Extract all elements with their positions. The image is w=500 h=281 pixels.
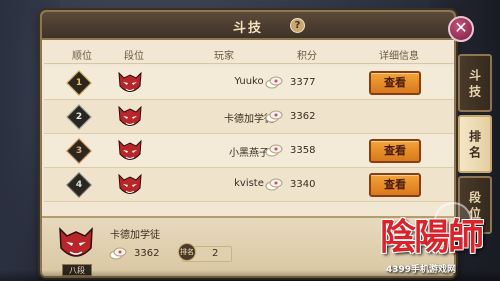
tab-label: 斗技 bbox=[467, 69, 482, 101]
self-score-value: 3362 bbox=[134, 248, 160, 259]
oni-mask-icon bbox=[118, 173, 142, 194]
header-player: 玩家 bbox=[214, 51, 234, 62]
table-row: 3 小黑燕子 3358 查看 bbox=[44, 134, 454, 168]
oni-mask-icon bbox=[118, 139, 142, 160]
self-rank-value: 2 bbox=[212, 248, 219, 259]
rank-icon: 排名 bbox=[178, 243, 196, 261]
table-header: 顺位 段位 玩家 积分 详细信息 bbox=[44, 44, 454, 64]
player-name: 卡德加学徒 bbox=[224, 114, 274, 125]
player-name: Yuuko bbox=[234, 76, 264, 87]
leaderboard-rows: 1 Yuuko 3377 查看 2 卡德加学徒 3362 3 小黑燕子 3358… bbox=[44, 66, 454, 202]
tab-duel[interactable]: 斗技 bbox=[458, 54, 492, 112]
panel-title: 斗技 bbox=[232, 21, 263, 36]
tab-label: 排名 bbox=[467, 130, 482, 162]
score-value: 3358 bbox=[290, 145, 316, 156]
header-rank: 顺位 bbox=[72, 51, 92, 62]
coin-icon bbox=[265, 76, 283, 89]
player-name: 小黑燕子 bbox=[229, 148, 269, 159]
view-button[interactable]: 查看 bbox=[369, 173, 421, 197]
self-player-name: 卡德加学徒 bbox=[110, 230, 160, 241]
view-button[interactable]: 查看 bbox=[369, 71, 421, 95]
title-bar: 斗技 ? bbox=[42, 12, 454, 40]
self-tier-mask-icon bbox=[59, 227, 93, 257]
coin-icon bbox=[265, 110, 283, 123]
header-details: 详细信息 bbox=[379, 51, 419, 62]
header-tier: 段位 bbox=[124, 51, 144, 62]
view-button[interactable]: 查看 bbox=[369, 139, 421, 163]
rank-badge: 4 bbox=[66, 172, 92, 198]
logo-title: 陰陽師 bbox=[380, 216, 484, 258]
rank-badge: 2 bbox=[66, 104, 92, 130]
bottom-shade bbox=[0, 270, 500, 281]
game-logo: 陰陽師 4399手机游戏网 bbox=[376, 196, 500, 281]
coin-icon bbox=[265, 178, 283, 191]
coin-icon bbox=[265, 144, 283, 157]
header-score: 积分 bbox=[297, 51, 317, 62]
close-button[interactable]: ✕ bbox=[448, 16, 474, 42]
help-icon[interactable]: ? bbox=[290, 18, 305, 33]
player-name: kviste bbox=[234, 178, 264, 189]
table-row: 1 Yuuko 3377 查看 bbox=[44, 66, 454, 100]
rank-badge: 1 bbox=[66, 70, 92, 96]
coin-icon bbox=[109, 247, 127, 260]
score-value: 3340 bbox=[290, 179, 316, 190]
score-value: 3377 bbox=[290, 77, 316, 88]
oni-mask-icon bbox=[118, 105, 142, 126]
tab-ranking[interactable]: 排名 bbox=[458, 115, 492, 173]
oni-mask-icon bbox=[118, 71, 142, 92]
rank-badge: 3 bbox=[66, 138, 92, 164]
score-value: 3362 bbox=[290, 111, 316, 122]
table-row: 2 卡德加学徒 3362 bbox=[44, 100, 454, 134]
